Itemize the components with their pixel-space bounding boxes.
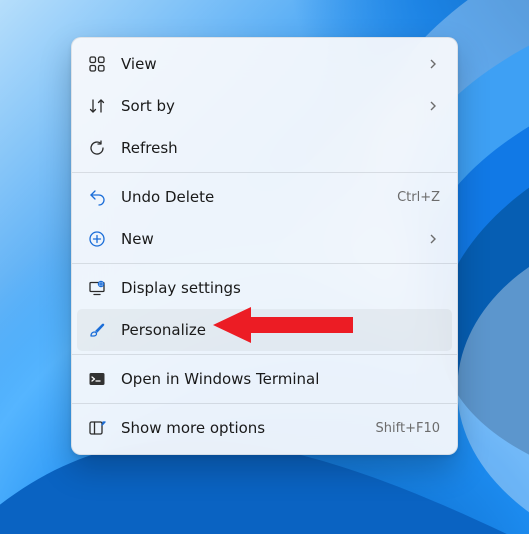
menu-item-label: Undo Delete [121, 188, 389, 206]
refresh-icon [87, 138, 107, 158]
plus-circle-icon [87, 229, 107, 249]
menu-separator [72, 263, 457, 264]
terminal-icon [87, 369, 107, 389]
menu-item-view[interactable]: View [77, 43, 452, 85]
menu-item-label: Display settings [121, 279, 440, 297]
grid-icon [87, 54, 107, 74]
chevron-right-icon [426, 59, 440, 69]
show-more-icon [87, 418, 107, 438]
menu-item-refresh[interactable]: Refresh [77, 127, 452, 169]
sort-icon [87, 96, 107, 116]
menu-item-show-more-options[interactable]: Show more options Shift+F10 [77, 407, 452, 449]
chevron-right-icon [426, 101, 440, 111]
menu-item-label: Show more options [121, 419, 368, 437]
menu-item-label: Refresh [121, 139, 440, 157]
menu-item-accelerator: Shift+F10 [376, 421, 440, 436]
menu-item-sort-by[interactable]: Sort by [77, 85, 452, 127]
menu-item-accelerator: Ctrl+Z [397, 190, 440, 205]
display-settings-icon [87, 278, 107, 298]
menu-item-label: New [121, 230, 426, 248]
menu-item-open-terminal[interactable]: Open in Windows Terminal [77, 358, 452, 400]
menu-separator [72, 172, 457, 173]
menu-separator [72, 354, 457, 355]
menu-separator [72, 403, 457, 404]
chevron-right-icon [426, 234, 440, 244]
undo-icon [87, 187, 107, 207]
menu-item-display-settings[interactable]: Display settings [77, 267, 452, 309]
menu-item-label: View [121, 55, 426, 73]
menu-item-label: Personalize [121, 321, 440, 339]
menu-item-personalize[interactable]: Personalize [77, 309, 452, 351]
menu-item-label: Open in Windows Terminal [121, 370, 440, 388]
menu-item-undo-delete[interactable]: Undo Delete Ctrl+Z [77, 176, 452, 218]
menu-item-new[interactable]: New [77, 218, 452, 260]
desktop-context-menu: View Sort by Refresh [71, 37, 458, 455]
paintbrush-icon [87, 320, 107, 340]
menu-item-label: Sort by [121, 97, 426, 115]
